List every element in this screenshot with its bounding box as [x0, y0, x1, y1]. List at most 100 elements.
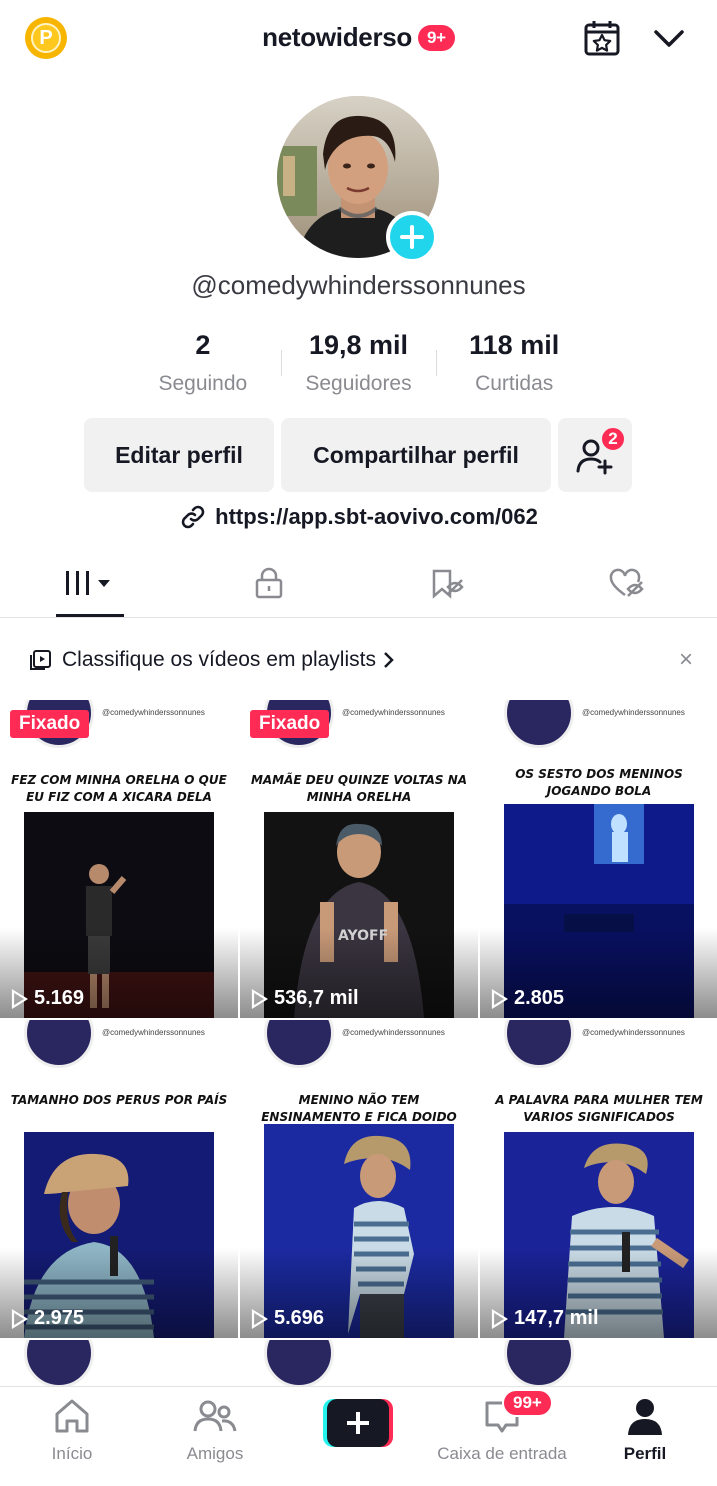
video-thumbnail[interactable] [240, 1340, 478, 1388]
view-count: 536,7 mil [250, 987, 359, 1010]
view-count: 2.975 [10, 1307, 84, 1330]
play-icon [491, 988, 508, 1009]
pinned-badge: Fixado [10, 710, 90, 738]
thumbnail-avatar [264, 1020, 334, 1068]
tab-videos[interactable] [0, 548, 179, 617]
video-caption: MAMÃE DEU QUINZE VOLTAS NA MINHA ORELHA [250, 773, 468, 804]
view-count-text: 2.805 [514, 987, 565, 1009]
thumbnail-handle: @comedywhinderssonnunes [102, 1028, 205, 1037]
stat-label: Seguindo [158, 372, 248, 395]
view-count: 5.696 [250, 1307, 324, 1330]
thumbnail-handle: @comedywhinderssonnunes [342, 708, 445, 717]
top-bar: P netowiderso 9+ [0, 0, 717, 80]
play-icon [11, 988, 28, 1009]
view-count-text: 5.696 [274, 1307, 325, 1329]
stat-followers[interactable]: 19,8 mil Seguidores [280, 330, 437, 400]
video-thumbnail[interactable]: @comedywhinderssonnunes A PALAVRA PARA M… [480, 1020, 717, 1338]
chevron-right-icon [384, 652, 394, 668]
friend-request-badge: 2 [600, 426, 626, 452]
lock-icon [255, 567, 283, 598]
bookmark-hidden-icon [432, 569, 464, 599]
edit-profile-button[interactable]: Editar perfil [84, 418, 274, 492]
inbox-badge: 99+ [502, 1389, 553, 1417]
nav-friends-label: Amigos [186, 1444, 244, 1463]
share-profile-button[interactable]: Compartilhar perfil [281, 418, 551, 492]
tab-private[interactable] [179, 548, 358, 617]
stat-likes[interactable]: 118 mil Curtidas [436, 330, 592, 400]
nav-home-label: Início [51, 1444, 93, 1463]
tab-liked[interactable] [538, 548, 717, 617]
thumbnail-avatar [504, 700, 574, 748]
username[interactable]: netowiderso [262, 22, 412, 53]
grid-icon [65, 570, 110, 595]
video-thumbnail[interactable]: @comedywhinderssonnunes OS SESTO DOS MEN… [480, 700, 717, 1018]
bottom-nav: Início Amigos 99+ Caixa de entrada Perfi… [0, 1386, 717, 1486]
thumbnail-avatar [264, 1340, 334, 1388]
video-caption: A PALAVRA PARA MULHER TEM VARIOS SIGNIFI… [495, 1093, 703, 1124]
view-count: 2.805 [490, 987, 564, 1010]
create-button[interactable] [323, 1399, 393, 1447]
bio-link-text: https://app.sbt-aovivo.com/062 [215, 504, 538, 529]
calendar-star-icon[interactable] [582, 18, 622, 58]
video-caption: OS SESTO DOS MENINOS JOGANDO BOLA [515, 767, 683, 798]
stat-value: 2 [195, 330, 211, 360]
video-thumbnail[interactable]: @comedywhinderssonnunes FEZ COM MINHA OR… [0, 700, 238, 1018]
thumbnail-handle: @comedywhinderssonnunes [582, 708, 685, 717]
thumbnail-avatar [24, 1340, 94, 1388]
view-count: 147,7 mil [490, 1307, 599, 1330]
view-count-text: 2.975 [34, 1307, 85, 1329]
thumbnail-handle: @comedywhinderssonnunes [582, 1028, 685, 1037]
play-icon [251, 1308, 268, 1329]
video-caption: TAMANHO DOS PERUS POR PAÍS [10, 1093, 228, 1107]
home-icon [55, 1399, 89, 1433]
stat-value: 118 mil [469, 330, 560, 360]
profile-tabs [0, 548, 717, 618]
playlist-icon [30, 650, 51, 670]
stat-label: Seguidores [305, 372, 412, 395]
stat-following[interactable]: 2 Seguindo [125, 330, 281, 400]
friends-icon [193, 1400, 237, 1432]
nav-inbox-label: Caixa de entrada [437, 1444, 567, 1463]
chevron-down-icon[interactable] [650, 20, 688, 58]
thumbnail-handle: @comedywhinderssonnunes [342, 1028, 445, 1037]
link-icon [181, 505, 205, 529]
add-avatar-button[interactable] [386, 211, 438, 263]
nav-profile[interactable]: Perfil [575, 1397, 715, 1464]
video-thumbnail[interactable] [0, 1340, 238, 1388]
close-banner-button[interactable]: × [679, 646, 693, 674]
play-icon [251, 988, 268, 1009]
profile-stats: 2 Seguindo 19,8 mil Seguidores 118 mil C… [125, 330, 592, 400]
video-thumbnail[interactable]: @comedywhinderssonnunes MENINO NÃO TEM E… [240, 1020, 478, 1338]
play-icon [11, 1308, 28, 1329]
add-friend-button[interactable]: 2 [558, 418, 632, 492]
tab-saved[interactable] [359, 548, 538, 617]
nav-friends[interactable]: Amigos [145, 1397, 285, 1464]
video-thumbnail[interactable]: @comedywhinderssonnunes MAMÃE DEU QUINZE… [240, 700, 478, 1018]
play-icon [491, 1308, 508, 1329]
bio-link[interactable]: https://app.sbt-aovivo.com/062 [0, 503, 717, 537]
thumbnail-avatar [504, 1020, 574, 1068]
video-thumbnail[interactable] [480, 1340, 717, 1388]
video-caption: FEZ COM MINHA ORELHA O QUE EU FIZ COM A … [11, 773, 227, 804]
plus-icon [323, 1399, 393, 1447]
stat-label: Curtidas [475, 372, 554, 395]
view-count-text: 5.169 [34, 987, 85, 1009]
nav-home[interactable]: Início [2, 1397, 142, 1464]
stat-value: 19,8 mil [308, 330, 409, 360]
profile-icon [628, 1399, 662, 1435]
nav-inbox[interactable]: 99+ Caixa de entrada [432, 1389, 572, 1464]
view-count-text: 536,7 mil [274, 987, 359, 1009]
video-thumbnail[interactable]: @comedywhinderssonnunes TAMANHO DOS PERU… [0, 1020, 238, 1338]
profile-handle: @comedywhinderssonnunes [191, 270, 526, 300]
thumbnail-handle: @comedywhinderssonnunes [102, 708, 205, 717]
thumbnail-avatar [504, 1340, 574, 1388]
playlist-banner[interactable]: Classifique os vídeos em playlists × [28, 640, 693, 680]
playlist-banner-text: Classifique os vídeos em playlists [62, 648, 376, 671]
nav-profile-label: Perfil [623, 1444, 667, 1463]
view-count-text: 147,7 mil [514, 1307, 599, 1329]
video-grid: @comedywhinderssonnunes FEZ COM MINHA OR… [0, 700, 717, 1388]
notification-badge: 9+ [418, 24, 455, 51]
pinned-badge: Fixado [250, 710, 330, 738]
heart-hidden-icon [610, 568, 645, 597]
view-count: 5.169 [10, 987, 84, 1010]
